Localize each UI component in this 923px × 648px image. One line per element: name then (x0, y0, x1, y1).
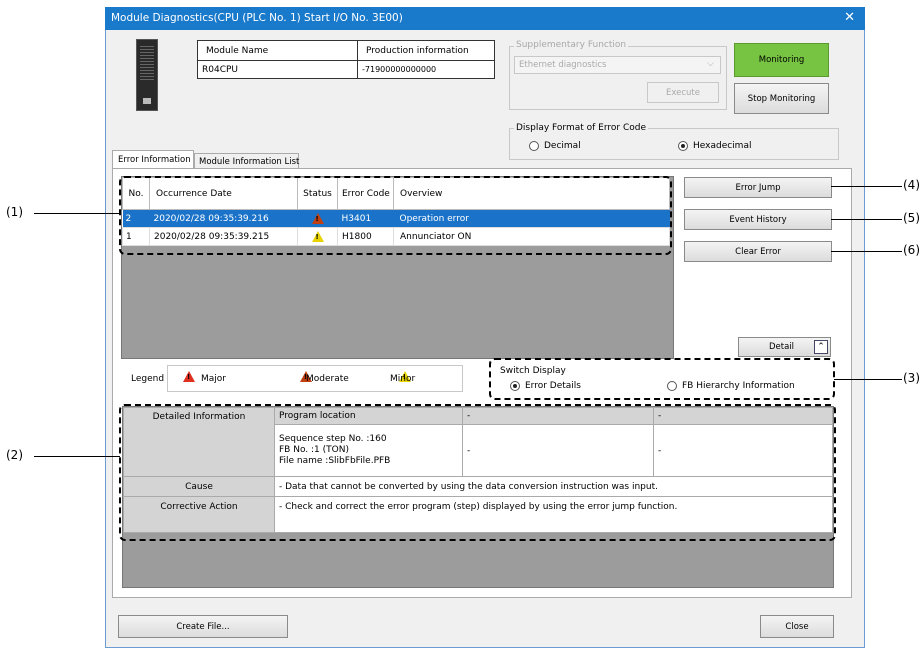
detail-label: Detail (769, 342, 795, 352)
legend-major: Major (201, 374, 226, 384)
monitoring-label: Monitoring (758, 55, 805, 65)
callout-6-leader (831, 251, 902, 252)
event-history-label: Event History (729, 214, 787, 225)
module-name-value: R04CPU (197, 60, 358, 79)
monitoring-button[interactable]: Monitoring (734, 43, 829, 77)
callout-1-outline (119, 176, 672, 255)
event-history-button[interactable]: Event History (684, 209, 832, 230)
legend-minor: Minor (390, 374, 416, 384)
callout-3-leader (834, 379, 902, 380)
supplementary-legend: Supplementary Function (514, 40, 629, 50)
close-icon[interactable]: ✕ (844, 10, 855, 25)
legend-moderate: Moderate (306, 374, 349, 384)
callout-6-label: (6) (903, 243, 920, 257)
module-name-header: Module Name (197, 40, 358, 61)
detail-button[interactable]: Detail ⌃ (738, 337, 831, 357)
decimal-radio[interactable] (529, 141, 539, 151)
callout-4-leader (831, 186, 902, 187)
close-button[interactable]: Close (760, 615, 834, 638)
stop-monitoring-button[interactable]: Stop Monitoring (734, 83, 829, 114)
major-icon: ! (183, 371, 195, 382)
close-label: Close (785, 621, 809, 632)
error-format-legend: Display Format of Error Code (514, 123, 648, 133)
error-jump-label: Error Jump (735, 182, 781, 193)
hexadecimal-label: Hexadecimal (693, 141, 752, 151)
callout-2-outline (119, 404, 836, 541)
error-details-label: Error Details (525, 381, 581, 391)
clear-error-button[interactable]: Clear Error (684, 241, 832, 262)
error-details-radio[interactable] (510, 381, 520, 391)
chevron-down-icon: ⌵ (707, 59, 714, 69)
switch-display-legend: Switch Display (500, 366, 566, 376)
error-jump-button[interactable]: Error Jump (684, 177, 832, 198)
cpu-module-image (136, 39, 158, 111)
window-title: Module Diagnostics(CPU (PLC No. 1) Start… (111, 12, 403, 24)
create-file-label: Create File... (176, 621, 230, 632)
clear-error-label: Clear Error (735, 246, 781, 257)
callout-1-label: (1) (6, 205, 23, 219)
execute-label: Execute (666, 87, 700, 98)
supplementary-select-value: Ethernet diagnostics (519, 60, 607, 70)
callout-5-label: (5) (903, 211, 920, 225)
collapse-up-icon: ⌃ (814, 340, 828, 354)
stop-monitoring-label: Stop Monitoring (747, 93, 816, 104)
callout-5-leader (831, 219, 902, 220)
tab-error-information[interactable]: Error Information (112, 150, 194, 168)
tab-error-information-label: Error Information (118, 155, 191, 165)
create-file-button[interactable]: Create File... (118, 615, 288, 638)
callout-4-label: (4) (903, 178, 920, 192)
module-info-table: Module Name Production information R04CP… (197, 40, 495, 79)
callout-2-leader (34, 456, 120, 457)
hexadecimal-radio[interactable] (678, 141, 688, 151)
production-info-value: -71900000000000 (357, 60, 495, 79)
supplementary-select: Ethernet diagnostics ⌵ (514, 56, 721, 74)
production-info-header: Production information (357, 40, 495, 61)
tab-module-information-list[interactable]: Module Information List (194, 153, 299, 168)
tab-module-information-list-label: Module Information List (199, 157, 300, 167)
switch-display-outline (489, 358, 835, 400)
execute-button[interactable]: Execute (647, 82, 719, 103)
callout-3-label: (3) (903, 371, 920, 385)
callout-1-leader (34, 213, 120, 214)
callout-2-label: (2) (6, 448, 23, 462)
title-bar: Module Diagnostics(CPU (PLC No. 1) Start… (105, 7, 865, 30)
decimal-label: Decimal (544, 141, 581, 151)
legend-title: Legend (131, 374, 165, 384)
fb-hierarchy-label: FB Hierarchy Information (682, 381, 795, 391)
fb-hierarchy-radio[interactable] (667, 381, 677, 391)
